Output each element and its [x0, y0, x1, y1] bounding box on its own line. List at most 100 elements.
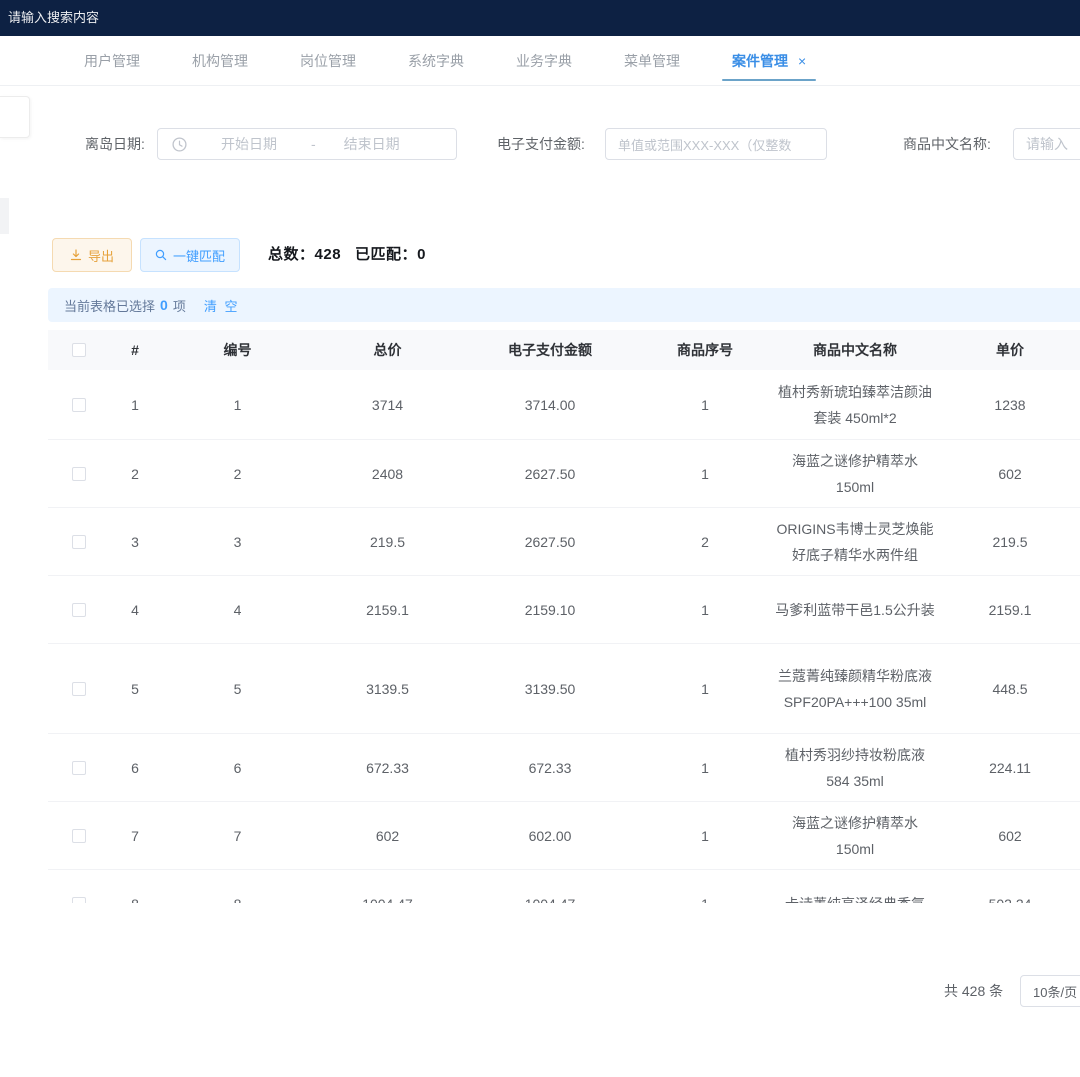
export-button-label: 导出	[88, 246, 114, 265]
table-cell: 兰蔻菁纯臻颜精华粉底液SPF20PA+++100 35ml	[770, 644, 940, 733]
date-range-input[interactable]: 开始日期 - 结束日期	[157, 128, 457, 160]
amount-input[interactable]: 单值或范围XXX-XXX（仅整数	[605, 128, 827, 160]
tab-1[interactable]: 用户管理	[58, 36, 166, 85]
tab-bar: 用户管理 机构管理 岗位管理 系统字典 业务字典 菜单管理 案件管理 ×	[0, 36, 1080, 86]
table-cell: 219.5	[940, 508, 1080, 575]
tab-4[interactable]: 系统字典	[382, 36, 490, 85]
row-checkbox-cell[interactable]	[48, 644, 110, 733]
table-cell: 3139.50	[460, 644, 640, 733]
row-checkbox[interactable]	[72, 829, 86, 843]
table-cell: 1	[640, 734, 770, 801]
table-cell: 1	[110, 370, 160, 439]
row-checkbox[interactable]	[72, 467, 86, 481]
select-all-checkbox[interactable]	[72, 343, 86, 357]
table-cell: 2408	[315, 440, 460, 507]
selection-prefix: 当前表格已选择	[64, 296, 155, 315]
row-checkbox[interactable]	[72, 761, 86, 775]
table-cell: 植村秀新琥珀臻萃洁颜油套装 450ml*2	[770, 370, 940, 439]
table-row: 33219.52627.502ORIGINS韦博士灵芝焕能好底子精华水两件组21…	[48, 508, 1080, 576]
start-date-placeholder: 开始日期	[221, 134, 277, 154]
row-checkbox-cell[interactable]	[48, 440, 110, 507]
tab-label: 业务字典	[516, 51, 572, 71]
table-cell: 3714.00	[460, 370, 640, 439]
tab-label: 用户管理	[84, 51, 140, 71]
table-cell: 602	[940, 440, 1080, 507]
table-cell: 2627.50	[460, 440, 640, 507]
table-cell: 2159.1	[940, 576, 1080, 643]
tab-7[interactable]: 案件管理 ×	[706, 36, 832, 85]
table-cell: 3714	[315, 370, 460, 439]
pagination-total: 共 428 条	[944, 974, 1003, 1008]
row-checkbox-cell[interactable]	[48, 870, 110, 903]
one-click-match-button[interactable]: 一键匹配	[140, 238, 240, 272]
tab-5[interactable]: 业务字典	[490, 36, 598, 85]
end-date-placeholder: 结束日期	[344, 134, 400, 154]
table-cell: 1	[640, 644, 770, 733]
row-checkbox[interactable]	[72, 682, 86, 696]
row-checkbox-cell[interactable]	[48, 802, 110, 869]
table-header-row: #编号总价电子支付金额商品序号商品中文名称单价	[48, 330, 1080, 370]
table-row: 881004.471004.471卡诗菁纯亮泽经典香氛502.24	[48, 870, 1080, 903]
amount-placeholder: 单值或范围XXX-XXX（仅整数	[618, 135, 791, 154]
pagination: 共 428 条 10条/页	[0, 974, 1080, 1008]
table-cell: 2	[160, 440, 315, 507]
row-checkbox[interactable]	[72, 535, 86, 549]
table-cell: 3139.5	[315, 644, 460, 733]
page: 请输入搜索内容 用户管理 机构管理 岗位管理 系统字典 业务字典 菜单管理 案件管理 × 离岛…	[0, 0, 1080, 1077]
tab-label: 案件管理	[732, 51, 788, 71]
page-size-select[interactable]: 10条/页	[1020, 975, 1080, 1007]
table-cell: 植村秀羽纱持妆粉底液 584 35ml	[770, 734, 940, 801]
close-tab-icon[interactable]: ×	[798, 53, 806, 69]
date-filter-label: 离岛日期:	[85, 128, 145, 160]
product-name-input[interactable]: 请输入	[1013, 128, 1080, 160]
clock-icon	[172, 137, 187, 152]
clear-selection-link[interactable]: 清 空	[204, 296, 240, 315]
table-cell: 马爹利蓝带干邑1.5公升装	[770, 576, 940, 643]
row-checkbox-cell[interactable]	[48, 734, 110, 801]
table-cell: 1	[160, 370, 315, 439]
table-row: 442159.12159.101马爹利蓝带干邑1.5公升装2159.1	[48, 576, 1080, 644]
tab-3[interactable]: 岗位管理	[274, 36, 382, 85]
table-cell: 602	[940, 802, 1080, 869]
table-row: 77602602.001海蓝之谜修护精萃水 150ml602	[48, 802, 1080, 870]
tab-label: 岗位管理	[300, 51, 356, 71]
data-table: #编号总价电子支付金额商品序号商品中文名称单价 1137143714.001植村…	[48, 330, 1080, 903]
page-size-value: 10条/页	[1033, 982, 1077, 1001]
table-cell: 448.5	[940, 644, 1080, 733]
tab-6[interactable]: 菜单管理	[598, 36, 706, 85]
selection-suffix: 项	[173, 296, 186, 315]
row-checkbox[interactable]	[72, 398, 86, 412]
table-cell: 5	[160, 644, 315, 733]
search-icon	[155, 249, 167, 261]
table-row: 1137143714.001植村秀新琥珀臻萃洁颜油套装 450ml*21238	[48, 370, 1080, 440]
table-cell: 海蓝之谜修护精萃水 150ml	[770, 440, 940, 507]
global-search-input[interactable]: 请输入搜索内容	[8, 0, 99, 36]
table-cell: 海蓝之谜修护精萃水 150ml	[770, 802, 940, 869]
select-all-checkbox-cell[interactable]	[48, 343, 110, 357]
match-button-label: 一键匹配	[173, 246, 225, 265]
row-checkbox-cell[interactable]	[48, 370, 110, 439]
row-checkbox[interactable]	[72, 603, 86, 617]
table-cell: 672.33	[460, 734, 640, 801]
row-checkbox-cell[interactable]	[48, 508, 110, 575]
table-cell: 2	[640, 508, 770, 575]
match-stats: 总数：428已匹配：0	[268, 238, 426, 272]
table-cell: 2	[110, 440, 160, 507]
column-header: 商品中文名称	[770, 340, 940, 360]
table-cell: 672.33	[315, 734, 460, 801]
tab-label: 菜单管理	[624, 51, 680, 71]
table-cell: 8	[160, 870, 315, 903]
column-header: #	[110, 342, 160, 358]
selection-count: 0	[160, 297, 168, 313]
export-button[interactable]: 导出	[52, 238, 132, 272]
row-checkbox[interactable]	[72, 897, 86, 904]
filter-row: 离岛日期: 开始日期 - 结束日期 电子支付金额: 单值或范围XXX-XXX（仅…	[0, 128, 1080, 160]
download-icon	[70, 249, 82, 261]
row-checkbox-cell[interactable]	[48, 576, 110, 643]
tab-2[interactable]: 机构管理	[166, 36, 274, 85]
table-cell: 502.24	[940, 870, 1080, 903]
table-cell: 602	[315, 802, 460, 869]
table-cell: 8	[110, 870, 160, 903]
table-cell: 5	[110, 644, 160, 733]
toolbar: 导出 一键匹配 总数：428已匹配：0	[0, 238, 1080, 272]
